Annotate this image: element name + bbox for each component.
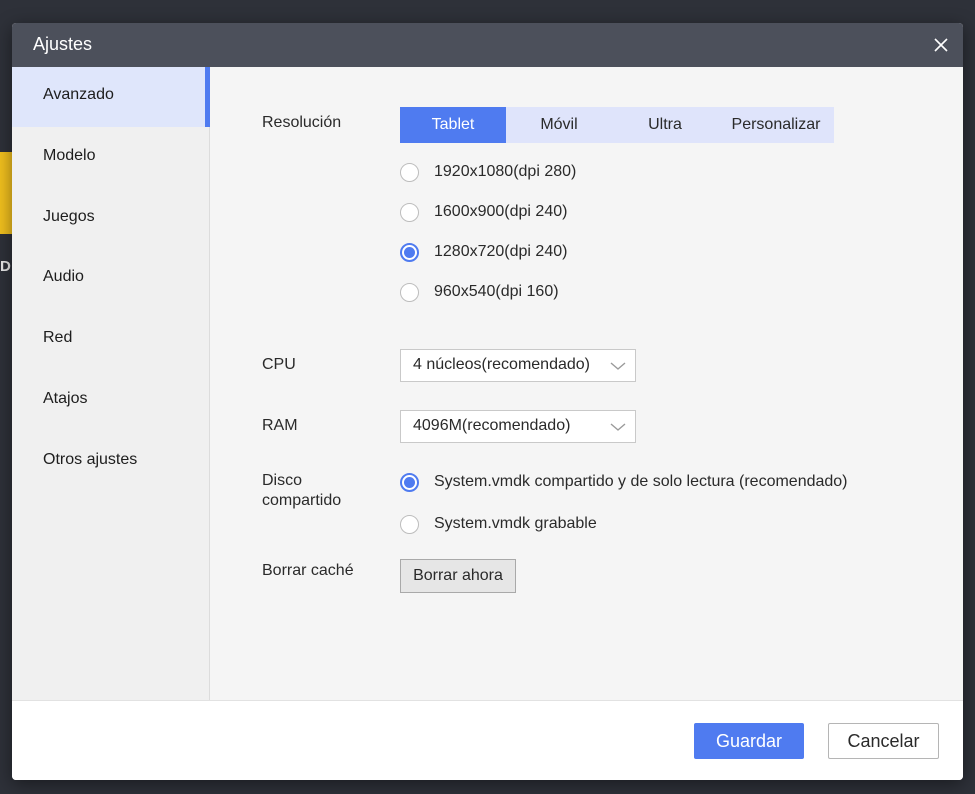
radio-label: 960x540(dpi 160)	[434, 283, 559, 300]
sidebar-item-label: Atajos	[43, 390, 88, 407]
sidebar-item-label: Juegos	[43, 208, 95, 225]
disk-label-line1: Disco	[262, 472, 303, 489]
ram-select-value: 4096M(recomendado)	[413, 417, 571, 434]
settings-dialog: Ajustes Avanzado Modelo Juegos Audio Red…	[12, 23, 963, 780]
clear-cache-button[interactable]: Borrar ahora	[400, 559, 516, 593]
sidebar-item-label: Red	[43, 329, 73, 346]
radio-button[interactable]	[400, 514, 419, 534]
cpu-select[interactable]: 4 núcleos(recomendado)	[400, 349, 636, 382]
radio-button[interactable]	[400, 282, 419, 302]
radio-label: 1280x720(dpi 240)	[434, 243, 568, 260]
disk-label-line2: compartido	[262, 492, 342, 509]
settings-panel: Resolución Tablet Móvil Ultra Personaliz…	[210, 67, 963, 700]
ram-select[interactable]: 4096M(recomendado)	[400, 410, 636, 443]
radio-label: System.vmdk compartido y de solo lectura…	[434, 473, 848, 490]
settings-sidebar: Avanzado Modelo Juegos Audio Red Atajos …	[12, 67, 210, 700]
sidebar-item-label: Audio	[43, 268, 84, 285]
tab-personalizar[interactable]: Personalizar	[718, 107, 834, 143]
sidebar-item-red[interactable]: Red	[12, 310, 209, 370]
sidebar-item-audio[interactable]: Audio	[12, 249, 209, 309]
chevron-down-icon	[610, 423, 626, 431]
radio-button-selected[interactable]	[400, 242, 419, 262]
disk-option-shared-readonly[interactable]: System.vmdk compartido y de solo lectura…	[400, 470, 848, 494]
cancel-button[interactable]: Cancelar	[828, 723, 939, 759]
cpu-label: CPU	[262, 356, 296, 373]
sidebar-item-label: Avanzado	[43, 86, 114, 103]
tab-tablet[interactable]: Tablet	[400, 107, 506, 143]
resolution-tabs: Tablet Móvil Ultra Personalizar	[400, 107, 834, 143]
dialog-footer: Guardar Cancelar	[12, 700, 963, 780]
resolution-option-1280x720[interactable]: 1280x720(dpi 240)	[400, 240, 567, 264]
resolution-option-1920x1080[interactable]: 1920x1080(dpi 280)	[400, 160, 576, 184]
tab-ultra[interactable]: Ultra	[612, 107, 718, 143]
radio-label: System.vmdk grabable	[434, 515, 597, 532]
cache-label: Borrar caché	[262, 562, 354, 579]
close-icon	[934, 38, 948, 52]
sidebar-item-avanzado[interactable]: Avanzado	[12, 67, 210, 127]
resolution-label: Resolución	[262, 114, 342, 131]
radio-button[interactable]	[400, 202, 419, 222]
sidebar-item-label: Modelo	[43, 147, 96, 164]
close-button[interactable]	[929, 33, 953, 57]
sidebar-item-juegos[interactable]: Juegos	[12, 189, 209, 249]
radio-button[interactable]	[400, 162, 419, 182]
ram-label: RAM	[262, 417, 298, 434]
radio-label: 1600x900(dpi 240)	[434, 203, 568, 220]
sidebar-item-label: Otros ajustes	[43, 451, 138, 468]
disk-option-writable[interactable]: System.vmdk grabable	[400, 512, 597, 536]
background-partial-text: D	[0, 258, 11, 275]
resolution-option-1600x900[interactable]: 1600x900(dpi 240)	[400, 200, 567, 224]
dialog-titlebar: Ajustes	[12, 23, 963, 67]
save-button[interactable]: Guardar	[694, 723, 804, 759]
chevron-down-icon	[610, 362, 626, 370]
cpu-select-value: 4 núcleos(recomendado)	[413, 356, 590, 373]
sidebar-item-modelo[interactable]: Modelo	[12, 128, 209, 188]
radio-label: 1920x1080(dpi 280)	[434, 163, 577, 180]
sidebar-item-atajos[interactable]: Atajos	[12, 371, 209, 431]
dialog-title: Ajustes	[33, 34, 93, 54]
resolution-option-960x540[interactable]: 960x540(dpi 160)	[400, 280, 559, 304]
radio-button-selected[interactable]	[400, 472, 419, 492]
sidebar-item-otros-ajustes[interactable]: Otros ajustes	[12, 432, 209, 492]
background-app-icon	[0, 152, 12, 234]
tab-movil[interactable]: Móvil	[506, 107, 612, 143]
